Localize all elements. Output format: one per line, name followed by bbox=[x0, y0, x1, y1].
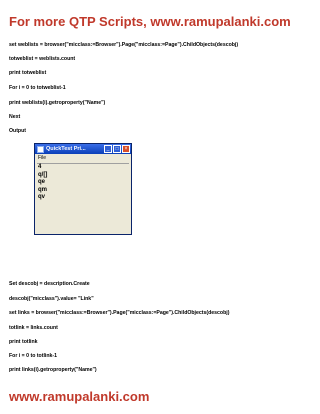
code-line: print weblists(i).getroproperty("Name") bbox=[9, 100, 106, 106]
code-line: For i = 0 to totweblist-1 bbox=[9, 85, 66, 91]
output-window: QuickTest Pri... _ □ × File 4 q/[] qe qm… bbox=[34, 143, 132, 235]
output-line: qv bbox=[38, 194, 46, 200]
code-line: print links(i).getroproperty("Name") bbox=[9, 367, 97, 373]
close-button[interactable]: × bbox=[122, 145, 130, 153]
code-line: totweblist = weblists.count bbox=[9, 56, 76, 62]
code-line: print totlink bbox=[9, 339, 38, 345]
output-line: 4 bbox=[38, 164, 42, 170]
code-line: set weblists = browser("micclass:=Browse… bbox=[9, 42, 239, 48]
maximize-button[interactable]: □ bbox=[113, 145, 121, 153]
app-icon bbox=[37, 145, 44, 153]
menu-file[interactable]: File bbox=[35, 154, 131, 163]
code-line: set links = browser("micclass:=Browser")… bbox=[9, 310, 230, 316]
code-line: For i = 0 to totlink-1 bbox=[9, 353, 57, 359]
code-line: Set descobj = description.Create bbox=[9, 281, 90, 287]
window-title: QuickTest Pri... bbox=[46, 146, 86, 152]
code-line: Next bbox=[9, 114, 21, 120]
code-line: print totweblist bbox=[9, 70, 47, 76]
output-line: q/[] bbox=[38, 171, 48, 178]
footer-link[interactable]: www.ramupalanki.com bbox=[9, 389, 149, 404]
output-label: Output bbox=[9, 128, 26, 134]
output-line: qm bbox=[38, 186, 47, 193]
output-area: 4 q/[] qe qm qv bbox=[37, 163, 129, 232]
page-title: For more QTP Scripts, www.ramupalanki.co… bbox=[9, 14, 291, 29]
window-titlebar[interactable]: QuickTest Pri... _ □ × bbox=[35, 144, 131, 154]
code-line: totlink = links.count bbox=[9, 325, 58, 331]
output-line: qe bbox=[38, 179, 46, 185]
minimize-button[interactable]: _ bbox=[104, 145, 112, 153]
code-line: descobj("micclass").value= "Link" bbox=[9, 296, 94, 302]
